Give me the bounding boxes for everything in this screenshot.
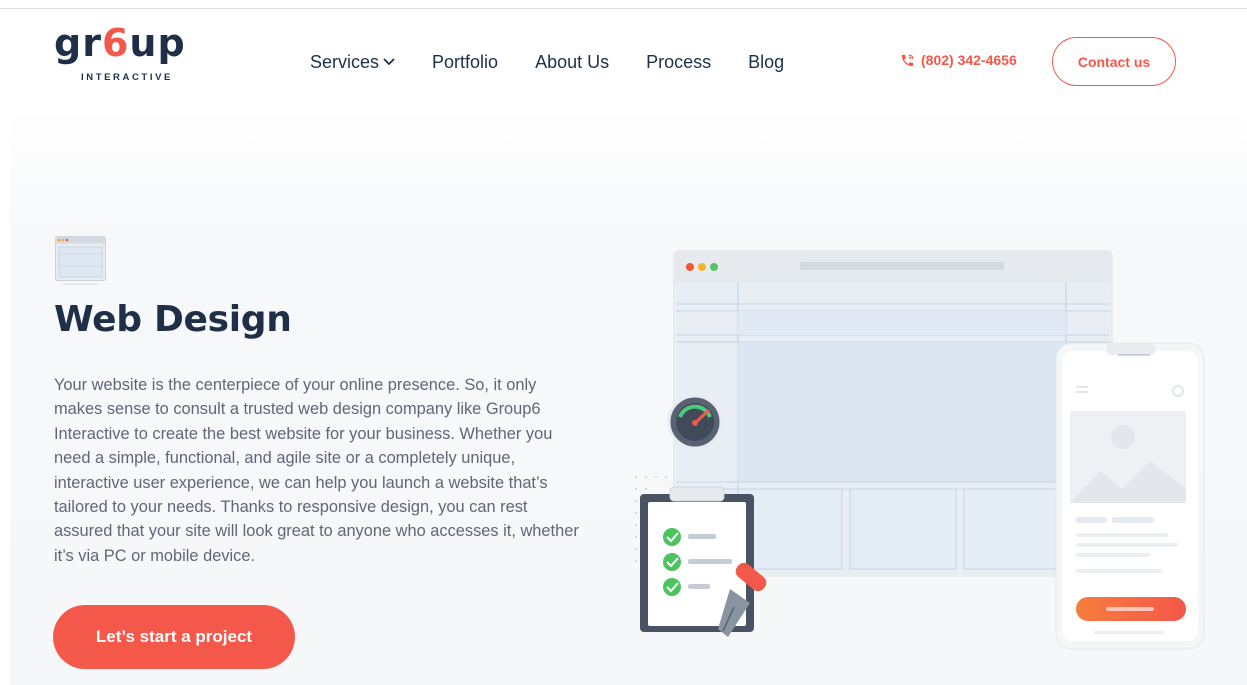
group6-logo[interactable]: gr6up INTERACTIVE: [54, 21, 214, 89]
hero-description: Your website is the centerpiece of your …: [54, 376, 579, 565]
main-nav: Services Portfolio About Us Process Blog: [310, 49, 821, 75]
nav-item-blog[interactable]: Blog: [748, 52, 784, 73]
phone-icon: [901, 54, 914, 66]
chevron-down-icon: [383, 58, 395, 65]
website-page: gr6up INTERACTIVE Services Portfolio Abo…: [10, 9, 1247, 685]
web-design-illustration: [610, 239, 1210, 679]
nav-item-portfolio[interactable]: Portfolio: [432, 52, 498, 73]
phone-link[interactable]: (802) 342-4656: [900, 52, 1017, 68]
nav-item-about-us[interactable]: About Us: [535, 52, 609, 73]
start-project-button[interactable]: Let’s start a project: [53, 605, 295, 669]
contact-us-button[interactable]: Contact us: [1052, 37, 1176, 86]
site-header: gr6up INTERACTIVE Services Portfolio Abo…: [10, 9, 1247, 109]
phone-number: (802) 342-4656: [921, 52, 1017, 68]
hero-title: Web Design: [54, 299, 292, 340]
mobile-mockup: [1055, 342, 1205, 650]
nav-item-services[interactable]: Services: [310, 52, 395, 73]
nav-item-label: Services: [310, 51, 380, 72]
browser-window-icon: [55, 236, 107, 286]
logo-subtitle: INTERACTIVE: [81, 72, 173, 83]
speedometer-icon: [667, 394, 723, 450]
logo-wordmark: gr6up: [54, 21, 186, 65]
nav-item-process[interactable]: Process: [646, 52, 711, 73]
